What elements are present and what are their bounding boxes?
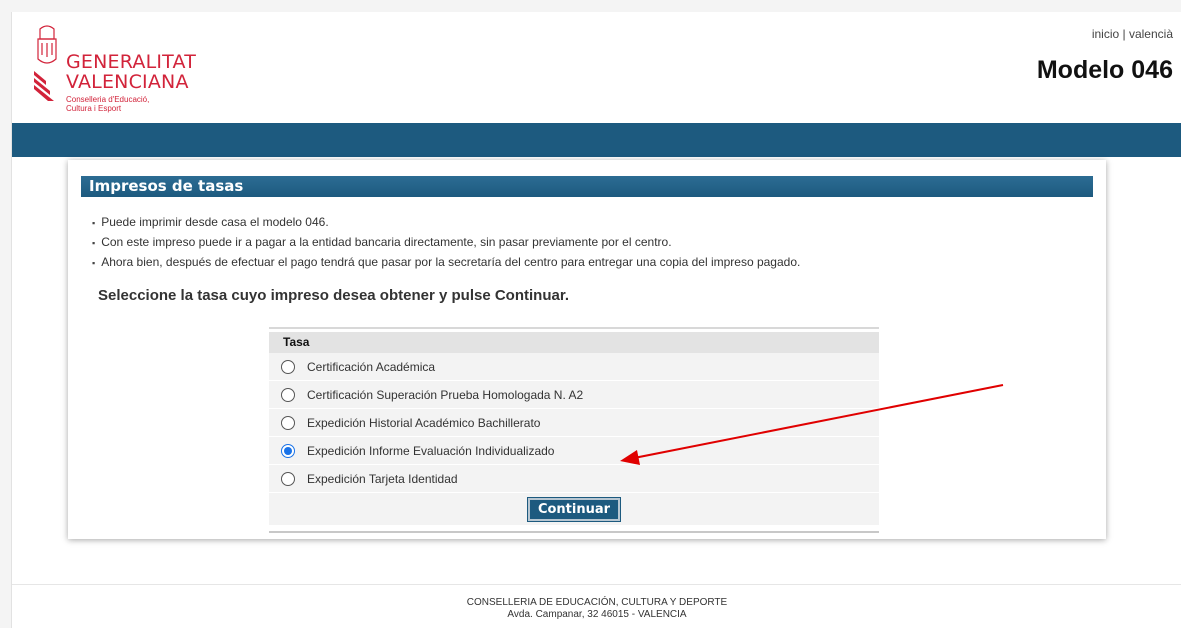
radio-button[interactable]	[281, 387, 295, 402]
logo-text-valenciana: VALENCIANA	[66, 71, 189, 93]
fee-option-row[interactable]: Certificación Académica	[269, 353, 879, 381]
logo-text-generalitat: GENERALITAT	[66, 51, 197, 73]
info-item: Con este impreso puede ir a pagar a la e…	[92, 232, 800, 252]
radio-button[interactable]	[281, 415, 295, 430]
fee-option-label: Certificación Superación Prueba Homologa…	[307, 387, 584, 402]
instruction-text: Seleccione la tasa cuyo impreso desea ob…	[98, 287, 569, 304]
info-item: Puede imprimir desde casa el modelo 046.	[92, 212, 800, 232]
fee-option-row[interactable]: Expedición Historial Académico Bachiller…	[269, 409, 879, 437]
logo-subtitle: Conselleria d'Educació, Cultura i Esport	[66, 95, 156, 113]
footer: CONSELLERIA DE EDUCACIÓN, CULTURA Y DEPO…	[12, 584, 1181, 628]
fees-panel: Impresos de tasas Puede imprimir desde c…	[68, 160, 1106, 539]
table-header-tasa: Tasa	[269, 332, 879, 353]
link-separator: |	[1119, 27, 1129, 41]
language-links: inicio | valencià	[1092, 27, 1173, 41]
logo-subtitle-line1: Conselleria d'Educació,	[66, 95, 150, 104]
fee-option-row[interactable]: Certificación Superación Prueba Homologa…	[269, 381, 879, 409]
fees-table: Tasa Certificación Académica Certificaci…	[269, 327, 879, 533]
radio-button[interactable]	[281, 443, 295, 458]
coat-of-arms-icon	[34, 25, 57, 101]
generalitat-logo[interactable]: GENERALITAT VALENCIANA Conselleria d'Edu…	[32, 25, 202, 125]
fee-option-label: Expedición Tarjeta Identidad	[307, 471, 458, 486]
continuar-button[interactable]: Continuar	[526, 497, 622, 522]
footer-line1: CONSELLERIA DE EDUCACIÓN, CULTURA Y DEPO…	[466, 597, 728, 608]
info-item: Ahora bien, después de efectuar el pago …	[92, 252, 800, 272]
fee-option-label: Expedición Informe Evaluación Individual…	[307, 443, 555, 458]
header-band	[12, 123, 1181, 157]
footer-line2: Avda. Campanar, 32 46015 - VALENCIA	[507, 609, 687, 620]
fee-option-row[interactable]: Expedición Tarjeta Identidad	[269, 465, 879, 493]
link-inicio[interactable]: inicio	[1092, 27, 1119, 41]
radio-button[interactable]	[281, 359, 295, 374]
link-valencia[interactable]: valencià	[1129, 27, 1173, 41]
info-list: Puede imprimir desde casa el modelo 046.…	[92, 212, 800, 272]
button-row: Continuar	[269, 493, 879, 525]
radio-button[interactable]	[281, 471, 295, 486]
fee-option-label: Certificación Académica	[307, 359, 436, 374]
fee-option-row[interactable]: Expedición Informe Evaluación Individual…	[269, 437, 879, 465]
page-title: Modelo 046	[1036, 56, 1173, 84]
fee-option-label: Expedición Historial Académico Bachiller…	[307, 415, 541, 430]
panel-title: Impresos de tasas	[81, 176, 1093, 197]
logo-subtitle-line2: Cultura i Esport	[66, 104, 122, 113]
